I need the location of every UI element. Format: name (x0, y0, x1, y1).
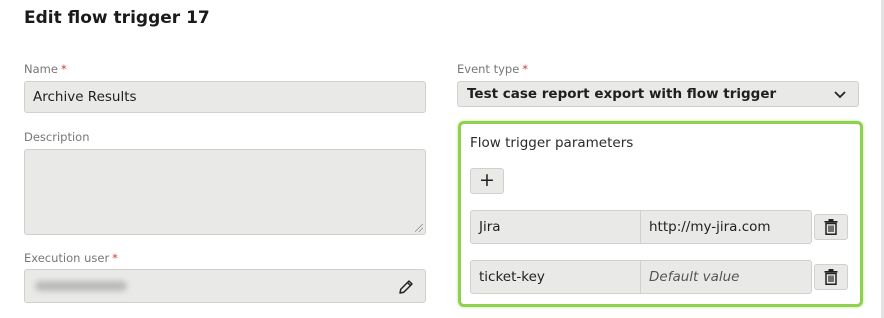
event-type-value: Test case report export with flow trigge… (467, 86, 777, 102)
add-parameter-button[interactable]: + (470, 168, 504, 194)
flow-trigger-parameters-panel: Flow trigger parameters + Jira http://my… (458, 121, 863, 307)
delete-parameter-button[interactable] (814, 214, 848, 240)
required-marker: * (112, 251, 118, 265)
parameters-title: Flow trigger parameters (470, 135, 634, 151)
event-type-label: Event type * (457, 62, 528, 76)
parameter-value-placeholder: Default value (649, 269, 740, 285)
parameter-value-input[interactable]: http://my-jira.com (640, 210, 812, 244)
parameter-key-value: ticket-key (479, 269, 545, 285)
parameter-row: Jira http://my-jira.com (470, 210, 848, 244)
execution-user-label: Execution user * (24, 251, 118, 265)
parameter-row: ticket-key Default value (470, 260, 848, 294)
name-label: Name * (24, 62, 67, 76)
plus-icon: + (479, 169, 495, 191)
required-marker: * (522, 62, 529, 76)
description-label: Description (24, 130, 90, 144)
parameter-key-input[interactable]: Jira (470, 210, 641, 244)
blurred-username (35, 281, 127, 291)
parameter-value-text: http://my-jira.com (649, 219, 771, 235)
parameter-key-input[interactable]: ticket-key (470, 260, 641, 294)
page-title: Edit flow trigger 17 (24, 8, 210, 28)
name-input[interactable]: Archive Results (24, 81, 426, 113)
name-label-text: Name (24, 62, 58, 76)
execution-user-label-text: Execution user (24, 251, 110, 265)
chevron-down-icon (834, 91, 846, 99)
trash-icon (824, 219, 838, 235)
execution-user-field[interactable] (24, 269, 426, 303)
required-marker: * (60, 62, 67, 76)
parameter-value-input[interactable]: Default value (640, 260, 812, 294)
description-label-text: Description (24, 130, 90, 144)
name-input-value: Archive Results (33, 89, 137, 105)
event-type-label-text: Event type (457, 62, 520, 76)
resize-handle[interactable] (415, 224, 423, 232)
event-type-select[interactable]: Test case report export with flow trigge… (457, 81, 859, 107)
parameter-key-value: Jira (479, 219, 501, 235)
delete-parameter-button[interactable] (814, 264, 848, 290)
trash-icon (824, 269, 838, 285)
edit-pencil-icon[interactable] (397, 278, 415, 296)
description-textarea[interactable] (24, 149, 426, 235)
